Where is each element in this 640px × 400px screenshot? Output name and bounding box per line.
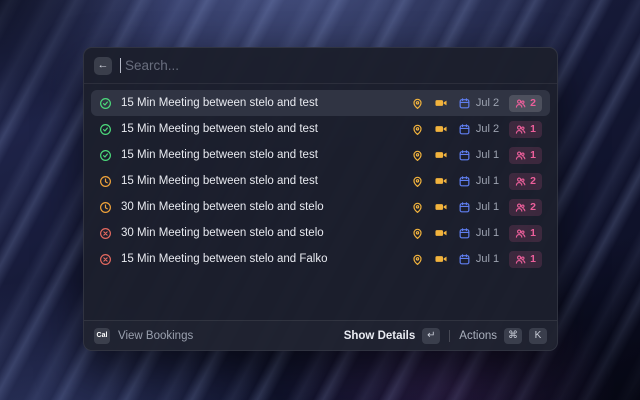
calendar-icon: [458, 123, 471, 136]
video-icon: [434, 148, 448, 162]
booking-date: Jul 2: [476, 97, 499, 109]
attendees-badge: 1: [509, 147, 542, 164]
booking-row[interactable]: 15 Min Meeting between stelo and test Ju…: [91, 90, 550, 116]
booking-row[interactable]: 15 Min Meeting between stelo and test Ju…: [91, 142, 550, 168]
search-input[interactable]: [125, 58, 547, 73]
command-palette-window: ← 15 Min Meeting between stelo and test: [83, 47, 558, 351]
calendar-icon: [458, 149, 471, 162]
video-icon: [434, 252, 448, 266]
footer-divider: [449, 330, 450, 342]
booking-title: 15 Min Meeting between stelo and test: [121, 175, 318, 187]
booking-date: Jul 1: [476, 175, 499, 187]
booking-title: 15 Min Meeting between stelo and test: [121, 123, 318, 135]
view-bookings-label: View Bookings: [118, 330, 193, 342]
k-key-icon[interactable]: K: [529, 328, 547, 344]
location-icon: [411, 175, 424, 188]
footer-bar: Cal View Bookings Show Details ↵ Actions…: [84, 320, 557, 350]
video-icon: [434, 200, 448, 214]
booking-row[interactable]: 30 Min Meeting between stelo and stelo J…: [91, 220, 550, 246]
booking-title: 15 Min Meeting between stelo and test: [121, 149, 318, 161]
attendees-icon: [515, 176, 526, 187]
attendees-badge: 1: [509, 121, 542, 138]
attendees-icon: [515, 228, 526, 239]
attendee-count: 2: [530, 97, 536, 109]
attendees-icon: [515, 98, 526, 109]
attendee-count: 1: [530, 123, 536, 135]
booking-title: 30 Min Meeting between stelo and stelo: [121, 201, 324, 213]
actions-button[interactable]: Actions: [459, 330, 497, 342]
attendees-icon: [515, 150, 526, 161]
location-icon: [411, 253, 424, 266]
attendee-count: 1: [530, 149, 536, 161]
location-icon: [411, 97, 424, 110]
footer-actions: Show Details ↵ Actions ⌘ K: [344, 328, 547, 344]
search-bar: ←: [84, 48, 557, 84]
booking-date: Jul 1: [476, 149, 499, 161]
attendees-icon: [515, 254, 526, 265]
attendees-badge: 2: [509, 95, 542, 112]
attendee-count: 1: [530, 253, 536, 265]
calendar-icon: [458, 175, 471, 188]
booking-date: Jul 2: [476, 123, 499, 135]
calendar-icon: [458, 227, 471, 240]
booking-title: 30 Min Meeting between stelo and stelo: [121, 227, 324, 239]
booking-date: Jul 1: [476, 201, 499, 213]
show-details-button[interactable]: Show Details: [344, 330, 416, 342]
booking-row[interactable]: 15 Min Meeting between stelo and Falko J…: [91, 246, 550, 272]
booking-row[interactable]: 15 Min Meeting between stelo and test Ju…: [91, 168, 550, 194]
return-key-icon[interactable]: ↵: [422, 328, 440, 344]
attendees-badge: 1: [509, 251, 542, 268]
location-icon: [411, 227, 424, 240]
attendees-badge: 2: [509, 173, 542, 190]
attendee-count: 2: [530, 175, 536, 187]
video-icon: [434, 226, 448, 240]
attendee-count: 1: [530, 227, 536, 239]
calendar-icon: [458, 253, 471, 266]
back-button[interactable]: ←: [94, 57, 112, 75]
booking-row[interactable]: 30 Min Meeting between stelo and stelo J…: [91, 194, 550, 220]
attendees-badge: 2: [509, 199, 542, 216]
bookings-list: 15 Min Meeting between stelo and test Ju…: [84, 85, 557, 320]
attendee-count: 2: [530, 201, 536, 213]
video-icon: [434, 174, 448, 188]
back-arrow-icon: ←: [98, 60, 109, 71]
attendees-badge: 1: [509, 225, 542, 242]
location-icon: [411, 149, 424, 162]
status-accepted-icon: [99, 149, 112, 162]
location-icon: [411, 201, 424, 214]
booking-title: 15 Min Meeting between stelo and test: [121, 97, 318, 109]
video-icon: [434, 122, 448, 136]
status-pending-icon: [99, 175, 112, 188]
status-pending-icon: [99, 201, 112, 214]
attendees-icon: [515, 124, 526, 135]
command-key-icon[interactable]: ⌘: [504, 328, 522, 344]
booking-title: 15 Min Meeting between stelo and Falko: [121, 253, 327, 265]
location-icon: [411, 123, 424, 136]
cal-logo-icon: Cal: [94, 328, 110, 344]
booking-row[interactable]: 15 Min Meeting between stelo and test Ju…: [91, 116, 550, 142]
booking-date: Jul 1: [476, 253, 499, 265]
booking-date: Jul 1: [476, 227, 499, 239]
text-caret: [120, 58, 121, 73]
status-accepted-icon: [99, 97, 112, 110]
status-accepted-icon: [99, 123, 112, 136]
calendar-icon: [458, 97, 471, 110]
status-cancelled-icon: [99, 227, 112, 240]
status-cancelled-icon: [99, 253, 112, 266]
video-icon: [434, 96, 448, 110]
calendar-icon: [458, 201, 471, 214]
attendees-icon: [515, 202, 526, 213]
